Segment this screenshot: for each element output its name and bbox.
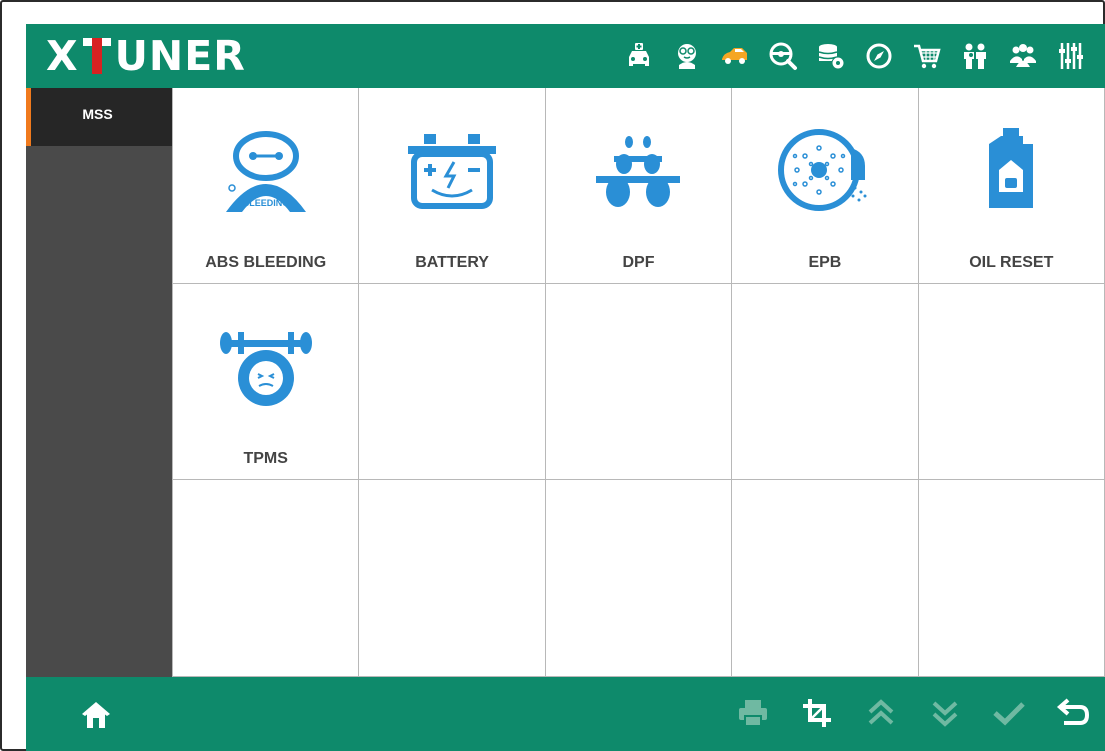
oil-reset-icon <box>961 126 1061 216</box>
svg-text:ABS: ABS <box>253 185 278 199</box>
grid-item-epb[interactable]: EPB <box>732 88 919 284</box>
app-window: X UNER MSS ABS BLEEDING ABS BLEEDING BAT… <box>0 0 1105 751</box>
logo-t-mark <box>82 36 111 76</box>
home-button[interactable] <box>78 697 114 733</box>
cart-icon[interactable] <box>909 38 945 74</box>
logo-text-x: X <box>46 32 79 80</box>
confirm-button[interactable] <box>991 693 1027 733</box>
footer-bar <box>26 677 1105 751</box>
back-button[interactable] <box>1055 693 1091 733</box>
sidebar-item-label: MSS <box>82 106 113 122</box>
group-icon[interactable] <box>1005 38 1041 74</box>
home-icon <box>82 702 110 728</box>
grid-empty-cell <box>359 480 546 677</box>
grid-item-oil-reset[interactable]: OIL RESET <box>918 88 1105 284</box>
grid-empty-cell <box>918 480 1105 677</box>
abs-bleeding-icon: ABS BLEEDING <box>216 126 316 216</box>
page-up-icon <box>868 699 894 725</box>
grid-empty-cell <box>732 480 919 677</box>
crop-button[interactable] <box>799 693 835 733</box>
grid-item-label: DPF <box>622 254 655 271</box>
print-button[interactable] <box>735 693 771 733</box>
page-down-button[interactable] <box>927 693 963 733</box>
crop-icon <box>803 699 831 727</box>
grid-item-tpms[interactable]: TPMS <box>173 284 360 480</box>
car-doctor-icon[interactable] <box>621 38 657 74</box>
grid-item-label: OIL RESET <box>969 254 1054 271</box>
back-icon <box>1056 698 1090 725</box>
print-icon <box>739 700 767 727</box>
grid-item-label: ABS BLEEDING <box>205 254 327 271</box>
grid-empty-cell <box>732 284 919 480</box>
tpms-icon <box>216 322 316 412</box>
grid-item-label: EPB <box>808 254 842 271</box>
steering-search-icon[interactable] <box>765 38 801 74</box>
grid-item-battery[interactable]: BATTERY <box>359 88 546 284</box>
grid-item-label: BATTERY <box>415 254 489 271</box>
top-toolbar <box>621 36 1089 76</box>
grid-empty-cell <box>918 284 1105 480</box>
header-bar: X UNER <box>26 24 1105 88</box>
sidebar: MSS <box>26 88 172 677</box>
dpf-icon <box>588 126 688 216</box>
database-settings-icon[interactable] <box>813 38 849 74</box>
grid-item-dpf[interactable]: DPF <box>545 88 733 284</box>
epb-icon <box>775 126 875 216</box>
xtuner-logo: X UNER <box>46 32 246 80</box>
page-up-button[interactable] <box>863 693 899 733</box>
grid-empty-cell <box>545 284 733 480</box>
compass-icon[interactable] <box>861 38 897 74</box>
footer-actions <box>735 693 1091 733</box>
svg-text:BLEEDING: BLEEDING <box>242 198 289 208</box>
function-grid: ABS BLEEDING ABS BLEEDING BATTERY DPF EP… <box>172 88 1105 677</box>
grid-empty-cell <box>545 480 733 677</box>
mechanic-icon[interactable] <box>669 38 705 74</box>
grid-item-abs-bleeding[interactable]: ABS BLEEDING ABS BLEEDING <box>173 88 360 284</box>
people-icon[interactable] <box>957 38 993 74</box>
grid-empty-cell <box>359 284 546 480</box>
grid-item-label: TPMS <box>243 450 288 467</box>
confirm-icon <box>993 702 1025 726</box>
sliders-icon[interactable] <box>1053 38 1089 74</box>
logo-text-uner: UNER <box>114 32 246 80</box>
page-down-icon <box>932 701 958 727</box>
battery-icon <box>402 126 502 216</box>
sidebar-item-mss[interactable]: MSS <box>26 88 172 146</box>
grid-empty-cell <box>173 480 360 677</box>
car-icon[interactable] <box>717 38 753 74</box>
